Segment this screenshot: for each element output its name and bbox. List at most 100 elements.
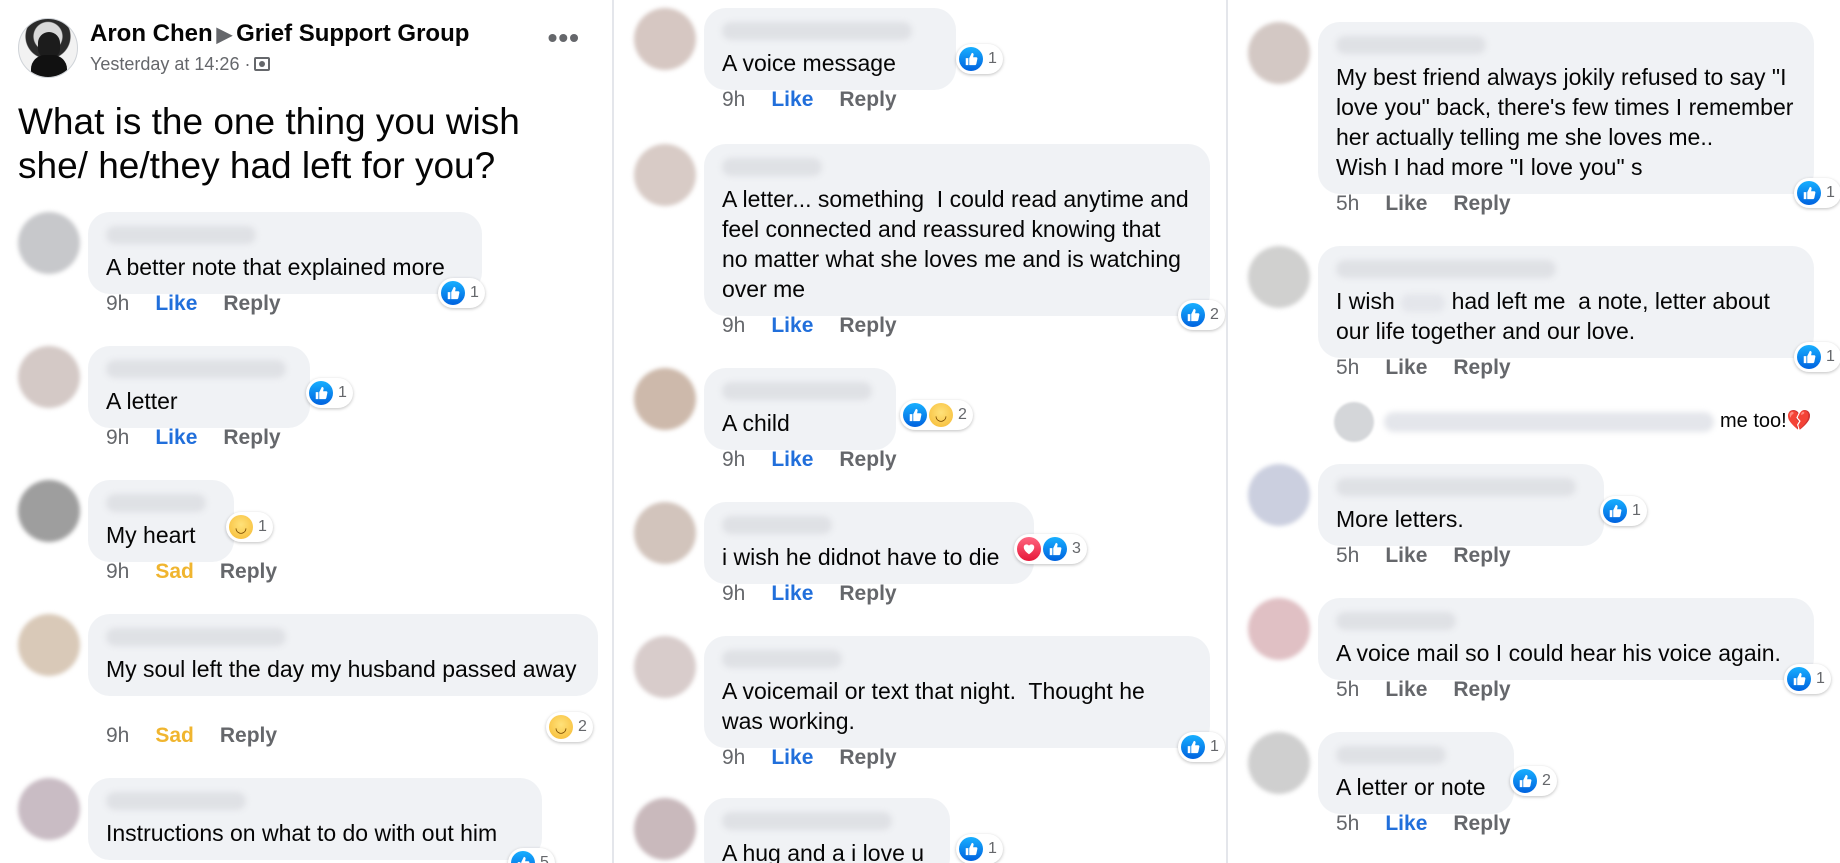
commenter-name-blurred[interactable]: [1336, 612, 1456, 630]
comment-time[interactable]: 5h: [1336, 192, 1359, 216]
reply-button[interactable]: Reply: [1453, 678, 1510, 702]
reply-preview[interactable]: me too!💔: [1334, 402, 1834, 444]
reaction-summary[interactable]: 1: [1794, 342, 1840, 372]
comment-actions: 9h Like Reply: [722, 448, 923, 472]
commenter-avatar[interactable]: [634, 636, 696, 698]
reaction-summary[interactable]: ◡ 2: [900, 400, 973, 430]
like-button[interactable]: Like: [771, 582, 813, 606]
post-timestamp: Yesterday at 14:26 ·: [90, 54, 271, 75]
like-button[interactable]: Like: [155, 426, 197, 450]
commenter-name-blurred[interactable]: [1336, 260, 1556, 278]
reaction-summary[interactable]: ◡ 1: [226, 512, 273, 542]
reply-button[interactable]: Reply: [1453, 356, 1510, 380]
commenter-avatar[interactable]: [634, 502, 696, 564]
reply-button[interactable]: Reply: [223, 292, 280, 316]
commenter-avatar[interactable]: [18, 346, 80, 408]
comment-time[interactable]: 9h: [722, 314, 745, 338]
commenter-name-blurred[interactable]: [1336, 746, 1446, 764]
like-button[interactable]: Like: [1385, 812, 1427, 836]
like-button[interactable]: Like: [155, 292, 197, 316]
commenter-avatar[interactable]: [1248, 246, 1310, 308]
commenter-name-blurred[interactable]: [106, 628, 286, 646]
commenter-avatar[interactable]: [1248, 22, 1310, 84]
comment-time[interactable]: 9h: [722, 448, 745, 472]
like-button[interactable]: Like: [771, 746, 813, 770]
reply-button[interactable]: Reply: [839, 448, 896, 472]
reply-button[interactable]: Reply: [223, 426, 280, 450]
commenter-name-blurred[interactable]: [722, 382, 872, 400]
more-options-button[interactable]: •••: [548, 22, 580, 54]
reaction-summary[interactable]: 2: [1178, 300, 1225, 330]
like-button[interactable]: Like: [771, 88, 813, 112]
commenter-avatar[interactable]: [18, 212, 80, 274]
post-time[interactable]: Yesterday at 14:26 ·: [90, 54, 250, 74]
reaction-summary[interactable]: 1: [956, 834, 1003, 863]
reaction-summary[interactable]: 5: [508, 848, 555, 863]
reaction-summary[interactable]: 1: [1794, 178, 1840, 208]
reply-button[interactable]: Reply: [220, 560, 277, 584]
like-button[interactable]: Like: [771, 448, 813, 472]
commenter-avatar[interactable]: [634, 8, 696, 70]
reply-button[interactable]: Reply: [1453, 812, 1510, 836]
comment-time[interactable]: 9h: [106, 292, 129, 316]
commenter-name-blurred[interactable]: [722, 516, 832, 534]
reply-button[interactable]: Reply: [839, 746, 896, 770]
commenter-avatar[interactable]: [18, 480, 80, 542]
reaction-summary[interactable]: 2: [1510, 766, 1557, 796]
sad-reaction-icon: ◡: [229, 515, 253, 539]
commenter-avatar[interactable]: [634, 144, 696, 206]
reply-button[interactable]: Reply: [1453, 544, 1510, 568]
commenter-avatar[interactable]: [18, 614, 80, 676]
comment-time[interactable]: 9h: [106, 560, 129, 584]
reaction-summary[interactable]: 1: [1178, 732, 1225, 762]
author-name[interactable]: Aron Chen: [90, 20, 213, 47]
commenter-name-blurred[interactable]: [106, 226, 256, 244]
commenter-name-blurred[interactable]: [722, 812, 892, 830]
group-name[interactable]: Grief Support Group: [236, 20, 469, 47]
comment-time[interactable]: 9h: [722, 582, 745, 606]
comment-time[interactable]: 5h: [1336, 544, 1359, 568]
commenter-avatar[interactable]: [1248, 464, 1310, 526]
comment-time[interactable]: 9h: [106, 426, 129, 450]
reaction-summary[interactable]: 1: [1784, 664, 1831, 694]
like-button[interactable]: Like: [1385, 356, 1427, 380]
like-button[interactable]: Like: [1385, 192, 1427, 216]
reaction-summary[interactable]: 1: [956, 44, 1003, 74]
commenter-avatar[interactable]: [1248, 598, 1310, 660]
commenter-name-blurred[interactable]: [722, 22, 912, 40]
reaction-summary[interactable]: 1: [438, 278, 485, 308]
comment-time[interactable]: 5h: [1336, 812, 1359, 836]
author-avatar[interactable]: [18, 18, 78, 78]
reaction-summary[interactable]: ◡ 2: [546, 712, 593, 742]
commenter-name-blurred[interactable]: [722, 650, 842, 668]
commenter-name-blurred[interactable]: [1336, 36, 1486, 54]
like-button[interactable]: Like: [1385, 678, 1427, 702]
like-button[interactable]: Like: [771, 314, 813, 338]
reaction-summary[interactable]: 1: [1600, 496, 1647, 526]
reaction-summary[interactable]: 1: [306, 378, 353, 408]
commenter-avatar[interactable]: [1248, 732, 1310, 794]
commenter-avatar[interactable]: [18, 778, 80, 840]
commenter-name-blurred[interactable]: [106, 792, 246, 810]
reaction-count: 1: [988, 50, 997, 67]
commenter-avatar[interactable]: [634, 368, 696, 430]
reply-button[interactable]: Reply: [839, 88, 896, 112]
reply-button[interactable]: Reply: [839, 582, 896, 606]
comment-time[interactable]: 9h: [106, 724, 129, 748]
sad-reaction-button[interactable]: Sad: [155, 560, 194, 584]
comment-time[interactable]: 9h: [722, 746, 745, 770]
comment-time[interactable]: 9h: [722, 88, 745, 112]
commenter-name-blurred[interactable]: [1336, 478, 1576, 496]
reaction-summary[interactable]: 3: [1014, 534, 1087, 564]
reply-button[interactable]: Reply: [220, 724, 277, 748]
commenter-name-blurred[interactable]: [722, 158, 822, 176]
reply-button[interactable]: Reply: [839, 314, 896, 338]
sad-reaction-button[interactable]: Sad: [155, 724, 194, 748]
commenter-name-blurred[interactable]: [106, 494, 206, 512]
comment-time[interactable]: 5h: [1336, 356, 1359, 380]
reply-button[interactable]: Reply: [1453, 192, 1510, 216]
like-button[interactable]: Like: [1385, 544, 1427, 568]
commenter-name-blurred[interactable]: [106, 360, 286, 378]
comment-time[interactable]: 5h: [1336, 678, 1359, 702]
commenter-avatar[interactable]: [634, 798, 696, 860]
